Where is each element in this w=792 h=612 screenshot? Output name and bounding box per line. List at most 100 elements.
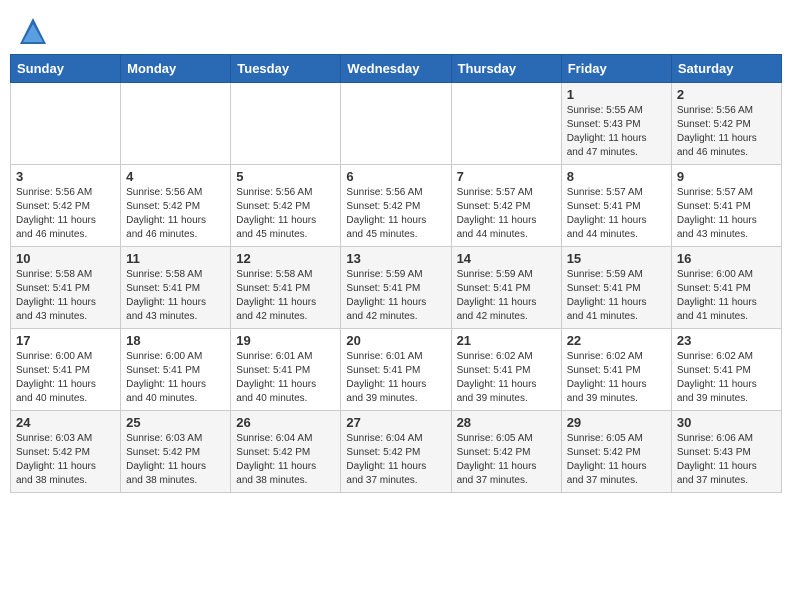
weekday-header: Sunday: [11, 55, 121, 83]
calendar-cell: 11 Sunrise: 5:58 AM Sunset: 5:41 PM Dayli…: [121, 247, 231, 329]
calendar-week-row: 24 Sunrise: 6:03 AM Sunset: 5:42 PM Dayli…: [11, 411, 782, 493]
day-info: Sunrise: 5:57 AM Sunset: 5:42 PM Dayligh…: [457, 186, 556, 242]
day-number: 16: [677, 251, 776, 266]
calendar-cell: 1 Sunrise: 5:55 AM Sunset: 5:43 PM Daylig…: [561, 83, 671, 165]
day-info: Sunrise: 6:00 AM Sunset: 5:41 PM Dayligh…: [126, 350, 225, 406]
calendar-cell: 30Sunrise: 6:06 AM Sunset: 5:43 PM Dayli…: [671, 411, 781, 493]
day-number: 30: [677, 415, 776, 430]
calendar-cell: 28 Sunrise: 6:05 AM Sunset: 5:42 PM Dayli…: [451, 411, 561, 493]
calendar-cell: 15 Sunrise: 5:59 AM Sunset: 5:41 PM Dayli…: [561, 247, 671, 329]
day-number: 15: [567, 251, 666, 266]
day-info: Sunrise: 5:56 AM Sunset: 5:42 PM Dayligh…: [236, 186, 335, 242]
day-number: 5: [236, 169, 335, 184]
day-number: 12: [236, 251, 335, 266]
calendar-table: SundayMondayTuesdayWednesdayThursdayFrid…: [10, 54, 782, 493]
calendar-cell: 24 Sunrise: 6:03 AM Sunset: 5:42 PM Dayli…: [11, 411, 121, 493]
weekday-header: Thursday: [451, 55, 561, 83]
weekday-header: Saturday: [671, 55, 781, 83]
calendar-cell: 12 Sunrise: 5:58 AM Sunset: 5:41 PM Dayli…: [231, 247, 341, 329]
day-number: 22: [567, 333, 666, 348]
day-number: 24: [16, 415, 115, 430]
day-info: Sunrise: 6:02 AM Sunset: 5:41 PM Dayligh…: [677, 350, 776, 406]
day-info: Sunrise: 6:01 AM Sunset: 5:41 PM Dayligh…: [346, 350, 445, 406]
weekday-header: Friday: [561, 55, 671, 83]
day-number: 18: [126, 333, 225, 348]
day-number: 20: [346, 333, 445, 348]
day-info: Sunrise: 6:04 AM Sunset: 5:42 PM Dayligh…: [236, 432, 335, 488]
calendar-cell: 29Sunrise: 6:05 AM Sunset: 5:42 PM Dayli…: [561, 411, 671, 493]
day-number: 6: [346, 169, 445, 184]
calendar-cell: 27 Sunrise: 6:04 AM Sunset: 5:42 PM Dayli…: [341, 411, 451, 493]
calendar-cell: 2 Sunrise: 5:56 AM Sunset: 5:42 PM Daylig…: [671, 83, 781, 165]
calendar-cell: 18 Sunrise: 6:00 AM Sunset: 5:41 PM Dayli…: [121, 329, 231, 411]
calendar-week-row: 3Sunrise: 5:56 AM Sunset: 5:42 PM Daylig…: [11, 165, 782, 247]
day-number: 4: [126, 169, 225, 184]
day-info: Sunrise: 5:58 AM Sunset: 5:41 PM Dayligh…: [16, 268, 115, 324]
day-info: Sunrise: 5:55 AM Sunset: 5:43 PM Dayligh…: [567, 104, 666, 160]
day-number: 11: [126, 251, 225, 266]
day-number: 10: [16, 251, 115, 266]
calendar-cell: 21Sunrise: 6:02 AM Sunset: 5:41 PM Dayli…: [451, 329, 561, 411]
calendar-cell: [341, 83, 451, 165]
calendar-cell: [121, 83, 231, 165]
day-number: 25: [126, 415, 225, 430]
page-header: [10, 10, 782, 48]
day-info: Sunrise: 5:56 AM Sunset: 5:42 PM Dayligh…: [346, 186, 445, 242]
day-info: Sunrise: 5:57 AM Sunset: 5:41 PM Dayligh…: [677, 186, 776, 242]
calendar-cell: 13Sunrise: 5:59 AM Sunset: 5:41 PM Dayli…: [341, 247, 451, 329]
logo-icon: [18, 16, 48, 46]
day-number: 23: [677, 333, 776, 348]
calendar-cell: [231, 83, 341, 165]
calendar-cell: 23 Sunrise: 6:02 AM Sunset: 5:41 PM Dayli…: [671, 329, 781, 411]
day-number: 26: [236, 415, 335, 430]
day-info: Sunrise: 5:58 AM Sunset: 5:41 PM Dayligh…: [126, 268, 225, 324]
day-number: 1: [567, 87, 666, 102]
calendar-cell: 14 Sunrise: 5:59 AM Sunset: 5:41 PM Dayli…: [451, 247, 561, 329]
calendar-cell: 3Sunrise: 5:56 AM Sunset: 5:42 PM Daylig…: [11, 165, 121, 247]
calendar-cell: 4 Sunrise: 5:56 AM Sunset: 5:42 PM Daylig…: [121, 165, 231, 247]
day-info: Sunrise: 5:59 AM Sunset: 5:41 PM Dayligh…: [457, 268, 556, 324]
day-info: Sunrise: 6:05 AM Sunset: 5:42 PM Dayligh…: [457, 432, 556, 488]
weekday-header: Monday: [121, 55, 231, 83]
calendar-header-row: SundayMondayTuesdayWednesdayThursdayFrid…: [11, 55, 782, 83]
day-number: 9: [677, 169, 776, 184]
calendar-cell: 17Sunrise: 6:00 AM Sunset: 5:41 PM Dayli…: [11, 329, 121, 411]
calendar-cell: 26 Sunrise: 6:04 AM Sunset: 5:42 PM Dayli…: [231, 411, 341, 493]
calendar-cell: 25 Sunrise: 6:03 AM Sunset: 5:42 PM Dayli…: [121, 411, 231, 493]
day-number: 13: [346, 251, 445, 266]
day-info: Sunrise: 6:00 AM Sunset: 5:41 PM Dayligh…: [16, 350, 115, 406]
day-number: 2: [677, 87, 776, 102]
day-info: Sunrise: 6:02 AM Sunset: 5:41 PM Dayligh…: [567, 350, 666, 406]
logo: [18, 16, 50, 46]
day-number: 7: [457, 169, 556, 184]
calendar-week-row: 10 Sunrise: 5:58 AM Sunset: 5:41 PM Dayli…: [11, 247, 782, 329]
day-number: 14: [457, 251, 556, 266]
day-info: Sunrise: 5:58 AM Sunset: 5:41 PM Dayligh…: [236, 268, 335, 324]
day-info: Sunrise: 5:56 AM Sunset: 5:42 PM Dayligh…: [126, 186, 225, 242]
calendar-cell: 19 Sunrise: 6:01 AM Sunset: 5:41 PM Dayli…: [231, 329, 341, 411]
day-info: Sunrise: 5:59 AM Sunset: 5:41 PM Dayligh…: [567, 268, 666, 324]
calendar-cell: 10 Sunrise: 5:58 AM Sunset: 5:41 PM Dayli…: [11, 247, 121, 329]
day-number: 8: [567, 169, 666, 184]
calendar-cell: 8Sunrise: 5:57 AM Sunset: 5:41 PM Daylig…: [561, 165, 671, 247]
calendar-cell: 7 Sunrise: 5:57 AM Sunset: 5:42 PM Daylig…: [451, 165, 561, 247]
day-info: Sunrise: 6:02 AM Sunset: 5:41 PM Dayligh…: [457, 350, 556, 406]
calendar-cell: 6 Sunrise: 5:56 AM Sunset: 5:42 PM Daylig…: [341, 165, 451, 247]
calendar-week-row: 1 Sunrise: 5:55 AM Sunset: 5:43 PM Daylig…: [11, 83, 782, 165]
day-number: 19: [236, 333, 335, 348]
day-info: Sunrise: 6:03 AM Sunset: 5:42 PM Dayligh…: [16, 432, 115, 488]
day-number: 28: [457, 415, 556, 430]
day-info: Sunrise: 6:00 AM Sunset: 5:41 PM Dayligh…: [677, 268, 776, 324]
calendar-cell: [451, 83, 561, 165]
calendar-week-row: 17Sunrise: 6:00 AM Sunset: 5:41 PM Dayli…: [11, 329, 782, 411]
calendar-cell: [11, 83, 121, 165]
calendar-cell: 16 Sunrise: 6:00 AM Sunset: 5:41 PM Dayli…: [671, 247, 781, 329]
day-info: Sunrise: 6:01 AM Sunset: 5:41 PM Dayligh…: [236, 350, 335, 406]
day-info: Sunrise: 6:03 AM Sunset: 5:42 PM Dayligh…: [126, 432, 225, 488]
day-number: 29: [567, 415, 666, 430]
day-info: Sunrise: 6:04 AM Sunset: 5:42 PM Dayligh…: [346, 432, 445, 488]
day-number: 27: [346, 415, 445, 430]
calendar-cell: 20 Sunrise: 6:01 AM Sunset: 5:41 PM Dayli…: [341, 329, 451, 411]
day-info: Sunrise: 5:56 AM Sunset: 5:42 PM Dayligh…: [677, 104, 776, 160]
weekday-header: Tuesday: [231, 55, 341, 83]
